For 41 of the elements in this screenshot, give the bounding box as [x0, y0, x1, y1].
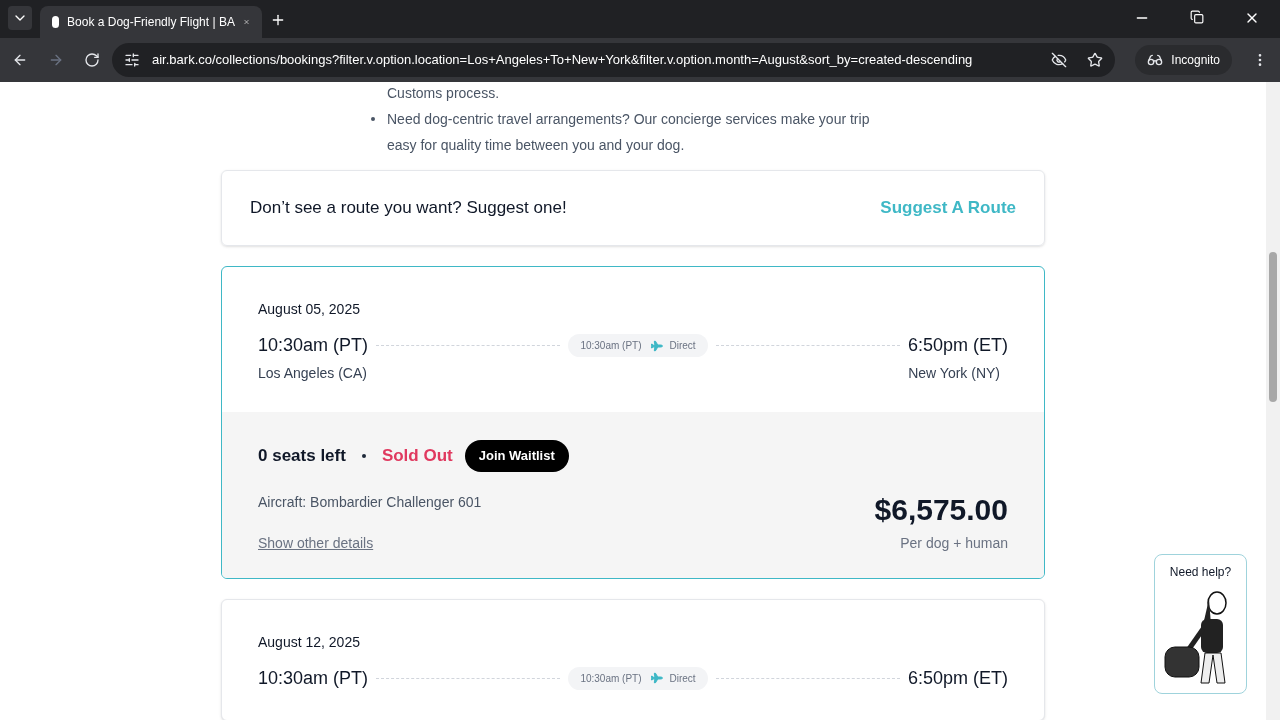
restore-icon[interactable]	[1190, 10, 1204, 24]
help-label: Need help?	[1169, 564, 1232, 581]
profile-chip[interactable]: Incognito	[1135, 45, 1232, 75]
browser-tab[interactable]: Book a Dog-Friendly Flight | BA	[40, 6, 262, 38]
show-details-link[interactable]: Show other details	[258, 532, 482, 554]
departure-time: 10:30am (PT)	[258, 334, 369, 357]
reload-icon[interactable]	[84, 52, 100, 68]
arrival-time: 6:50pm (ET)	[907, 666, 1008, 690]
seats-left: 0 seats left	[258, 445, 346, 467]
departure-city: Los Angeles (CA)	[258, 364, 367, 383]
status-label: Sold Out	[381, 445, 453, 467]
suggest-text: Don’t see a route you want? Suggest one!	[250, 197, 567, 220]
site-settings-icon[interactable]	[124, 52, 140, 68]
flight-date: August 05, 2025	[258, 300, 361, 319]
forward-icon[interactable]	[48, 52, 64, 68]
join-waitlist-button[interactable]: Join Waitlist	[464, 440, 569, 472]
help-widget[interactable]: Need help?	[1154, 554, 1247, 694]
flight-date: August 12, 2025	[258, 632, 361, 652]
back-icon[interactable]	[12, 52, 28, 68]
aircraft-label: Aircraft: Bombardier Challenger 601	[258, 492, 482, 512]
incognito-icon	[1147, 52, 1164, 68]
address-bar[interactable]: air.bark.co/collections/bookings?filter.v.option.location=Los+Angeles+To+New+York&filter.v.option.month=August&sort_by=created-descending	[112, 43, 1116, 77]
bullet-text: Customs process.	[387, 84, 500, 103]
route-type: Direct	[669, 339, 696, 353]
tab-title: Book a Dog-Friendly Flight | BA	[67, 14, 235, 31]
url-text: air.bark.co/collections/bookings?filter.v.option.location=Los+Angeles+To+New+York&filter.v.option.month=August&sort_by=created-descending	[152, 51, 974, 70]
route-time: 10:30am (PT)	[580, 671, 642, 686]
bullet-text: Need dog-centric travel arrangements? Our concierge services make your trip easy for quality time between you and your dog.	[387, 110, 871, 155]
price-note: Per dog + human	[900, 533, 1008, 553]
arrival-time: 6:50pm (ET)	[907, 334, 1008, 357]
eye-off-icon[interactable]	[1051, 52, 1068, 68]
arrival-city: New York (NY)	[908, 364, 1001, 383]
bookmark-star-icon[interactable]	[1087, 52, 1104, 68]
profile-label: Incognito	[1171, 52, 1220, 69]
new-tab-icon[interactable]	[270, 12, 286, 28]
route-type: Direct	[669, 671, 696, 686]
departure-time: 10:30am (PT)	[258, 666, 369, 690]
price: $6,575.00	[874, 494, 1008, 525]
tab-list-button[interactable]	[8, 6, 32, 30]
route-time: 10:30am (PT)	[580, 339, 642, 353]
bullet-icon	[371, 117, 375, 121]
